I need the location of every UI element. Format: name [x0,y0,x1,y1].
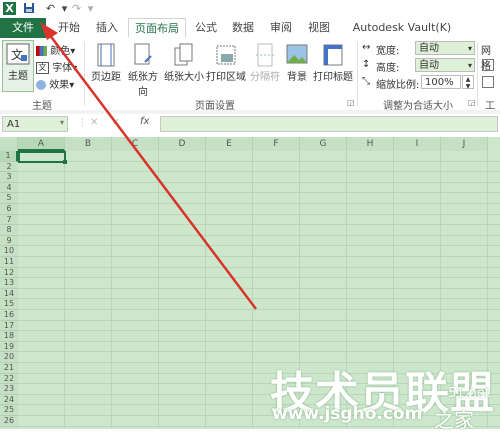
arrow-shaft [45,29,257,310]
watermark-url: www.jsgho.com [272,404,423,424]
watermark-domain: 51.net [448,386,491,401]
arrow-head [40,22,58,40]
